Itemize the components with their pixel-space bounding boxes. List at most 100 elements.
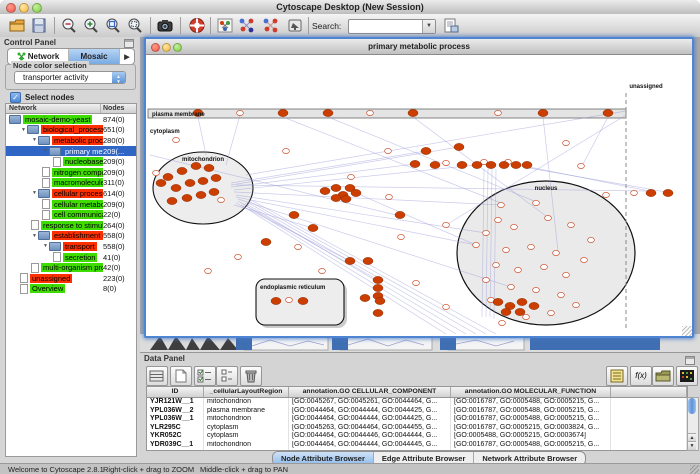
node[interactable] xyxy=(529,302,539,309)
node[interactable] xyxy=(278,109,288,116)
node[interactable] xyxy=(443,222,450,227)
node[interactable] xyxy=(283,148,290,153)
node[interactable] xyxy=(663,189,673,196)
node[interactable] xyxy=(323,109,333,116)
column-header[interactable] xyxy=(611,387,687,397)
select-nodes-checkbox[interactable]: ✓ xyxy=(10,92,21,103)
scrollbar-thumb[interactable] xyxy=(688,398,696,414)
table-row[interactable]: YPL036W__2plasma membrane[GO:0044464, GO… xyxy=(147,407,687,416)
node[interactable] xyxy=(523,314,530,319)
node[interactable] xyxy=(351,189,361,196)
node[interactable] xyxy=(205,268,212,273)
tree-row[interactable]: Overview8(0) xyxy=(6,284,136,295)
node[interactable] xyxy=(373,309,383,316)
tree-row[interactable]: nitrogen compo209(0) xyxy=(6,167,136,178)
node[interactable] xyxy=(308,224,318,231)
table-vertical-scrollbar[interactable]: ▲ ▼ xyxy=(687,397,699,451)
column-header[interactable]: _cellularLayoutRegion xyxy=(204,387,289,397)
matrix-view-icon[interactable] xyxy=(676,366,698,386)
snapshot-camera-icon[interactable] xyxy=(156,17,174,34)
node[interactable] xyxy=(209,188,219,195)
node[interactable] xyxy=(320,187,330,194)
search-input[interactable]: ▼ xyxy=(348,19,436,34)
node[interactable] xyxy=(211,174,221,181)
node[interactable] xyxy=(198,177,208,184)
tree-row[interactable]: cell communicat22(0) xyxy=(6,209,136,220)
zoom-selected-icon[interactable] xyxy=(126,17,144,34)
node[interactable] xyxy=(631,190,638,195)
node[interactable] xyxy=(483,277,490,282)
expander-icon[interactable]: ▼ xyxy=(20,127,27,133)
node[interactable] xyxy=(486,161,496,168)
node[interactable] xyxy=(493,298,503,305)
node[interactable] xyxy=(528,244,535,249)
node[interactable] xyxy=(156,179,166,186)
node[interactable] xyxy=(261,238,271,245)
node[interactable] xyxy=(603,109,613,116)
filter-network-icon[interactable] xyxy=(262,17,280,34)
node[interactable] xyxy=(421,147,431,154)
expander-icon[interactable]: ▼ xyxy=(42,148,49,154)
node[interactable] xyxy=(295,244,302,249)
zoom-fit-icon[interactable] xyxy=(104,17,122,34)
search-dropdown-arrow[interactable]: ▼ xyxy=(422,20,435,33)
node[interactable] xyxy=(398,234,405,239)
node[interactable] xyxy=(578,163,585,168)
node[interactable] xyxy=(237,110,244,115)
float-panel-icon[interactable] xyxy=(124,39,134,48)
node[interactable] xyxy=(386,194,393,199)
tree-row[interactable]: mosaic-demo-yeast874(0) xyxy=(6,114,136,125)
tree-row[interactable]: macromolecule311(0) xyxy=(6,178,136,189)
node[interactable] xyxy=(457,161,467,168)
node[interactable] xyxy=(443,304,450,309)
node[interactable] xyxy=(472,161,482,168)
node[interactable] xyxy=(541,264,548,269)
node[interactable] xyxy=(331,194,341,201)
node[interactable] xyxy=(545,215,552,220)
node[interactable] xyxy=(367,110,374,115)
attribute-table-header[interactable]: ID_cellularLayoutRegionannotation.GO CEL… xyxy=(147,387,687,398)
node[interactable] xyxy=(517,298,527,305)
node[interactable] xyxy=(495,217,502,222)
save-icon[interactable] xyxy=(30,17,48,34)
tree-row[interactable]: ▼cellular process614(0) xyxy=(6,188,136,199)
scroll-down-arrow-icon[interactable]: ▼ xyxy=(688,441,696,450)
expander-icon[interactable]: ▼ xyxy=(31,190,38,196)
node[interactable] xyxy=(204,164,214,171)
node[interactable] xyxy=(298,297,308,304)
node[interactable] xyxy=(153,170,160,175)
node[interactable] xyxy=(483,230,490,235)
table-row[interactable]: YPL036W__1mitochondrion[GO:0044464, GO:0… xyxy=(147,415,687,424)
node[interactable] xyxy=(515,267,522,272)
node[interactable] xyxy=(410,160,420,167)
node[interactable] xyxy=(646,189,656,196)
node[interactable] xyxy=(182,194,192,201)
network-canvas[interactable]: plasma membranecytoplasmmitochondrionnuc… xyxy=(146,55,688,334)
node[interactable] xyxy=(173,137,180,142)
node[interactable] xyxy=(395,211,405,218)
node[interactable] xyxy=(271,297,281,304)
node[interactable] xyxy=(501,308,511,315)
node[interactable] xyxy=(430,161,440,168)
node[interactable] xyxy=(177,167,187,174)
data-panel-float-icon[interactable] xyxy=(685,356,695,365)
network-window-titlebar[interactable]: primary metabolic process xyxy=(146,39,692,55)
zoom-in-icon[interactable] xyxy=(82,17,100,34)
open-folder-icon[interactable] xyxy=(8,17,26,34)
new-attribute-icon[interactable] xyxy=(170,366,192,386)
node[interactable] xyxy=(498,202,505,207)
table-row[interactable]: YKR052Ccytoplasm[GO:0044464, GO:0044446,… xyxy=(147,432,687,441)
node[interactable] xyxy=(289,211,299,218)
zoom-out-icon[interactable] xyxy=(60,17,78,34)
window-resize-grip[interactable] xyxy=(682,326,692,336)
table-row[interactable]: YDR039C__1mitochondrion[GO:0044464, GO:0… xyxy=(147,441,687,450)
attribute-list-icon[interactable] xyxy=(216,366,238,386)
expander-icon[interactable]: ▼ xyxy=(31,233,38,239)
node[interactable] xyxy=(345,257,355,264)
node[interactable] xyxy=(413,280,420,285)
node[interactable] xyxy=(473,242,480,247)
node[interactable] xyxy=(558,292,565,297)
node[interactable] xyxy=(563,272,570,277)
tree-row[interactable]: ▼metabolic process280(0) xyxy=(6,135,136,146)
node[interactable] xyxy=(363,257,373,264)
